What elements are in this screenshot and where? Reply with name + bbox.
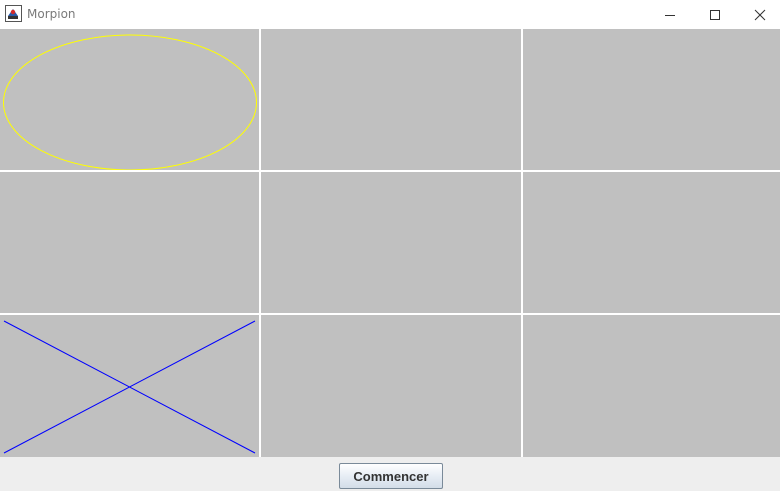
window-title: Morpion (27, 7, 76, 21)
board-cell-2-3[interactable] (523, 172, 780, 313)
close-icon (754, 9, 766, 20)
game-window: Morpion Commencer (0, 0, 780, 491)
java-cup-icon (5, 5, 22, 22)
minimize-icon (665, 14, 675, 16)
board-cell-1-1[interactable] (0, 29, 259, 170)
o-mark (3, 34, 257, 170)
title-bar[interactable]: Morpion (0, 0, 780, 29)
maximize-icon (710, 9, 720, 20)
board-cell-3-2[interactable] (261, 315, 521, 457)
minimize-button[interactable] (647, 0, 693, 29)
board-cell-1-3[interactable] (523, 29, 780, 170)
maximize-button[interactable] (692, 0, 738, 29)
x-mark (3, 320, 256, 454)
close-button[interactable] (737, 0, 780, 29)
board-cell-3-1[interactable] (0, 315, 259, 457)
start-button[interactable]: Commencer (339, 463, 443, 489)
board-cell-1-2[interactable] (261, 29, 521, 170)
board-cell-2-2[interactable] (261, 172, 521, 313)
board-cell-3-3[interactable] (523, 315, 780, 457)
board-cell-2-1[interactable] (0, 172, 259, 313)
game-board (0, 29, 780, 457)
control-bar: Commencer (0, 457, 780, 491)
